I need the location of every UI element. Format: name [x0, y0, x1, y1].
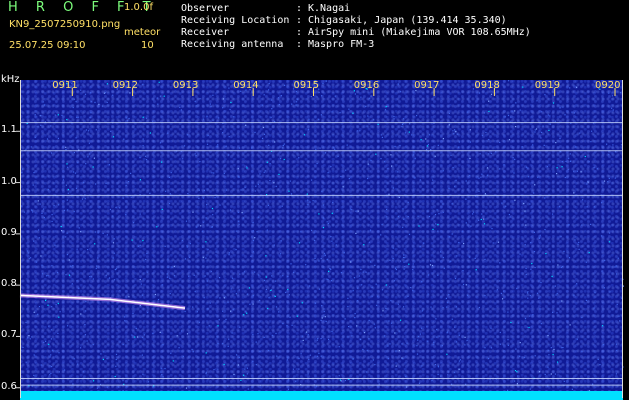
time-tick-label: 0915 [293, 80, 319, 91]
time-tick-label: 0916 [353, 80, 380, 91]
time-tick-label: 0918 [474, 80, 500, 91]
time-tick-label: 0917 [414, 80, 440, 91]
plot-frame [20, 80, 623, 398]
time-tick-label: 0911 [52, 80, 78, 91]
frequency-tick-label: 1.0 [1, 175, 17, 187]
time-tick-label: 0913 [172, 80, 199, 91]
frequency-tick-label: 0.7 [1, 329, 17, 341]
frequency-tick-label: 1.1 [1, 124, 17, 136]
time-tick-label: 0912 [112, 80, 139, 91]
frequency-tick-label: 0.6 [1, 380, 17, 392]
time-tick-label: 0920 [595, 80, 621, 91]
frequency-tick-label: 0.9 [1, 226, 17, 238]
frequency-tick-label: 0.8 [1, 278, 17, 290]
time-tick-label: 0914 [233, 80, 259, 91]
time-tick-label: 0919 [534, 80, 561, 91]
